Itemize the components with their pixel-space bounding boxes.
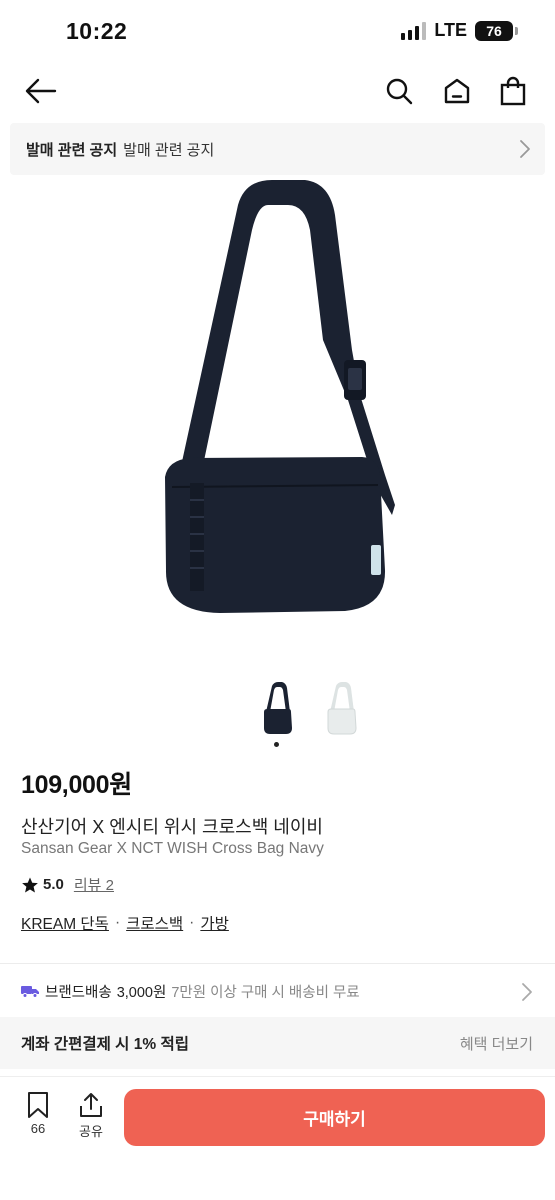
benefit-text: 계좌 간편결제 시 1% 적립	[21, 1036, 189, 1053]
share-button[interactable]: 공유	[71, 1091, 111, 1140]
rating-value: 5.0	[43, 876, 64, 893]
home-button[interactable]	[438, 72, 476, 110]
shipping-description: 7만원 이상 구매 시 배송비 무료	[171, 984, 360, 1001]
tag-separator: ·	[189, 914, 195, 931]
search-button[interactable]	[380, 72, 418, 110]
product-tags: KREAM 단독 · 크로스백 · 가방	[21, 912, 229, 934]
bottom-action-bar: 66 공유 구매하기	[0, 1076, 555, 1200]
carousel-indicator	[274, 742, 279, 747]
battery-level: 76	[486, 22, 502, 39]
share-label: 공유	[79, 1124, 103, 1139]
top-navigation	[0, 66, 555, 116]
status-time: 10:22	[66, 18, 128, 44]
save-count: 66	[30, 1121, 46, 1136]
review-link[interactable]: 리뷰 2	[74, 874, 114, 895]
share-icon	[80, 1093, 102, 1117]
tag-bag[interactable]: 가방	[200, 912, 229, 934]
back-button[interactable]	[22, 72, 60, 110]
thumbnail-navy[interactable]	[252, 676, 302, 738]
shopping-bag-button[interactable]	[494, 72, 532, 110]
chevron-right-icon	[522, 983, 532, 1001]
shopping-bag-icon	[500, 76, 526, 106]
tag-exclusive[interactable]: KREAM 단독	[21, 912, 109, 934]
divider	[0, 963, 555, 964]
save-button[interactable]: 66	[18, 1091, 58, 1136]
bookmark-icon	[28, 1092, 48, 1118]
back-arrow-icon	[25, 78, 57, 104]
notice-banner[interactable]: 발매 관련 공지 발매 관련 공지	[10, 123, 545, 175]
shipping-price: 3,000원	[116, 984, 167, 1001]
benefit-more-link[interactable]: 혜택 더보기	[460, 1033, 533, 1054]
shipping-label: 브랜드배송	[45, 984, 112, 1001]
product-name-en: Sansan Gear X NCT WISH Cross Bag Navy	[21, 840, 324, 857]
home-icon	[444, 78, 470, 104]
benefit-banner: 계좌 간편결제 시 1% 적립 혜택 더보기	[0, 1017, 555, 1069]
tag-separator: ·	[114, 914, 121, 931]
status-bar: 10:22 LTE 76	[0, 0, 555, 66]
notice-title: 발매 관련 공지	[26, 141, 118, 159]
network-type: LTE	[434, 20, 467, 40]
status-indicators: LTE 76	[401, 20, 518, 41]
battery-icon: 76	[475, 20, 518, 41]
signal-icon	[401, 21, 427, 40]
shipping-info[interactable]: 브랜드배송 3,000원 7만원 이상 구매 시 배송비 무료	[0, 965, 555, 1017]
product-price: 109,000원	[21, 771, 132, 799]
product-rating: 5.0 리뷰 2	[21, 874, 114, 895]
tag-crossbag[interactable]: 크로스백	[126, 912, 183, 934]
cross-bag-image	[165, 180, 395, 613]
notice-text: 발매 관련 공지	[123, 141, 215, 159]
navy-bag-thumbnail	[264, 682, 292, 734]
light-bag-thumbnail	[327, 682, 357, 735]
thumbnail-light[interactable]	[316, 676, 366, 738]
chevron-right-icon	[520, 140, 530, 158]
search-icon	[386, 78, 413, 105]
product-image[interactable]	[0, 175, 555, 665]
product-name-ko: 산산기어 X 엔시티 위시 크로스백 네이비	[21, 817, 323, 837]
buy-button[interactable]: 구매하기	[124, 1089, 545, 1146]
star-icon	[22, 877, 38, 892]
truck-icon	[21, 986, 39, 998]
